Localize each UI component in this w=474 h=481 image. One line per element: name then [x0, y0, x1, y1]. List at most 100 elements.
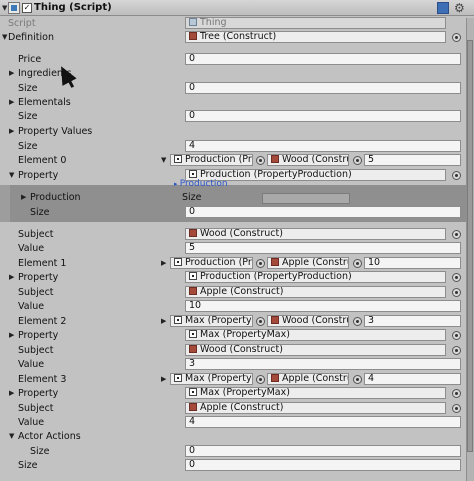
size-label: Size	[18, 83, 38, 94]
script-field[interactable]: Thing	[185, 17, 446, 29]
value-field[interactable]: 10	[185, 300, 461, 312]
element-1-property-field[interactable]: Production (Pro	[170, 257, 253, 269]
actor-actions-label: Actor Actions	[18, 431, 81, 442]
dropdown-size-field[interactable]	[262, 193, 350, 204]
construct-icon	[189, 287, 197, 295]
subject-field[interactable]: Apple (Construct)	[185, 402, 446, 414]
enabled-checkbox[interactable]: ✓	[22, 3, 32, 13]
object-picker-icon[interactable]	[452, 331, 461, 340]
element-0-label: Element 0	[18, 155, 67, 166]
element-0-foldout-icon[interactable]: ▼	[161, 154, 166, 167]
element-3-property-field[interactable]: Max (PropertyM	[170, 373, 253, 385]
size-label: Size	[182, 192, 202, 203]
object-picker-icon[interactable]	[353, 317, 362, 326]
property-foldout-icon[interactable]: ▼	[9, 169, 14, 182]
subject-field[interactable]: Apple (Construct)	[185, 286, 446, 298]
size-label: Size	[18, 460, 38, 471]
element-3-subject-field[interactable]: Apple (Construc	[267, 373, 349, 385]
value-label: Value	[18, 417, 45, 428]
object-picker-icon[interactable]	[256, 259, 265, 268]
object-picker-icon[interactable]	[452, 171, 461, 180]
actor-actions-size-field[interactable]: 0	[185, 445, 461, 457]
object-picker-icon[interactable]	[256, 375, 265, 384]
elementals-size-field[interactable]: 0	[185, 110, 461, 122]
property-icon	[189, 330, 197, 338]
object-picker-icon[interactable]	[452, 230, 461, 239]
property-label: Property	[18, 330, 59, 341]
actor-actions-foldout-icon[interactable]: ▼	[9, 430, 14, 443]
value-field[interactable]: 3	[185, 358, 461, 370]
object-picker-icon[interactable]	[452, 273, 461, 282]
property-icon	[174, 258, 182, 266]
element-2-foldout-icon[interactable]: ▶	[161, 315, 166, 328]
value-field[interactable]: 5	[185, 242, 461, 254]
production-foldout-icon[interactable]: ▶	[21, 191, 26, 204]
gear-icon[interactable]: ⚙	[454, 2, 466, 14]
object-picker-icon[interactable]	[353, 375, 362, 384]
mouse-cursor-icon	[54, 62, 77, 86]
component-title: Thing (Script)	[34, 2, 112, 13]
elementals-foldout-icon[interactable]: ▶	[9, 96, 14, 109]
subject-label: Subject	[18, 229, 54, 240]
value-field[interactable]: 4	[185, 416, 461, 428]
property-values-label: Property Values	[18, 126, 93, 137]
property-values-size-field[interactable]: 4	[185, 140, 461, 152]
property-label: Property	[18, 272, 59, 283]
size-label: Size	[30, 446, 50, 457]
property-field[interactable]: Production (PropertyProduction)	[185, 271, 446, 283]
book-icon[interactable]	[437, 2, 449, 14]
object-picker-icon[interactable]	[452, 404, 461, 413]
price-field[interactable]: 0	[185, 53, 461, 65]
object-picker-icon[interactable]	[256, 156, 265, 165]
dropdown-production-option[interactable]: ▸ Production	[174, 179, 228, 189]
property-field[interactable]: Max (PropertyMax)	[185, 329, 446, 341]
element-2-value-field[interactable]: 3	[364, 315, 461, 327]
script-label: Script	[8, 18, 36, 29]
size-label: Size	[18, 141, 38, 152]
element-1-subject-field[interactable]: Apple (Construc	[267, 257, 349, 269]
ingredients-size-field[interactable]: 0	[185, 82, 461, 94]
price-label: Price	[18, 54, 42, 65]
element-1-foldout-icon[interactable]: ▶	[161, 257, 166, 270]
property-label: Property	[18, 388, 59, 399]
element-1-label: Element 1	[18, 258, 67, 269]
property-foldout-icon[interactable]: ▶	[9, 387, 14, 400]
object-picker-icon[interactable]	[256, 317, 265, 326]
property-foldout-icon[interactable]: ▶	[9, 271, 14, 284]
element-3-label: Element 3	[18, 374, 67, 385]
subject-field[interactable]: Wood (Construct)	[185, 228, 446, 240]
foldout-arrow-icon[interactable]: ▼	[2, 4, 7, 12]
element-3-value-field[interactable]: 4	[364, 373, 461, 385]
subject-label: Subject	[18, 287, 54, 298]
construct-icon	[189, 229, 197, 237]
construct-icon	[189, 32, 197, 40]
element-0-value-field[interactable]: 5	[364, 154, 461, 166]
property-icon	[189, 272, 197, 280]
property-label: Property	[18, 170, 59, 181]
object-picker-icon[interactable]	[452, 346, 461, 355]
object-picker-icon[interactable]	[353, 156, 362, 165]
size-field[interactable]: 0	[185, 459, 461, 471]
property-field[interactable]: Max (PropertyMax)	[185, 387, 446, 399]
element-2-subject-field[interactable]: Wood (Construc	[267, 315, 349, 327]
property-icon	[174, 316, 182, 324]
element-2-property-field[interactable]: Max (PropertyM	[170, 315, 253, 327]
element-0-subject-field[interactable]: Wood (Construc	[267, 154, 349, 166]
definition-foldout-icon[interactable]: ▼	[2, 31, 7, 44]
subject-field[interactable]: Wood (Construct)	[185, 344, 446, 356]
element-0-property-field[interactable]: Production (Pro	[170, 154, 253, 166]
scrollbar-thumb[interactable]	[467, 40, 473, 452]
object-picker-icon[interactable]	[452, 288, 461, 297]
definition-field[interactable]: Tree (Construct)	[185, 31, 446, 43]
element-3-foldout-icon[interactable]: ▶	[161, 373, 166, 386]
property-values-foldout-icon[interactable]: ▶	[9, 125, 14, 138]
element-1-value-field[interactable]: 10	[364, 257, 461, 269]
ingredients-foldout-icon[interactable]: ▶	[9, 67, 14, 80]
object-picker-icon[interactable]	[452, 33, 461, 42]
object-picker-icon[interactable]	[452, 389, 461, 398]
construct-icon	[189, 345, 197, 353]
property-icon	[189, 170, 197, 178]
production-size-field[interactable]: 0	[185, 206, 461, 218]
object-picker-icon[interactable]	[353, 259, 362, 268]
property-foldout-icon[interactable]: ▶	[9, 329, 14, 342]
